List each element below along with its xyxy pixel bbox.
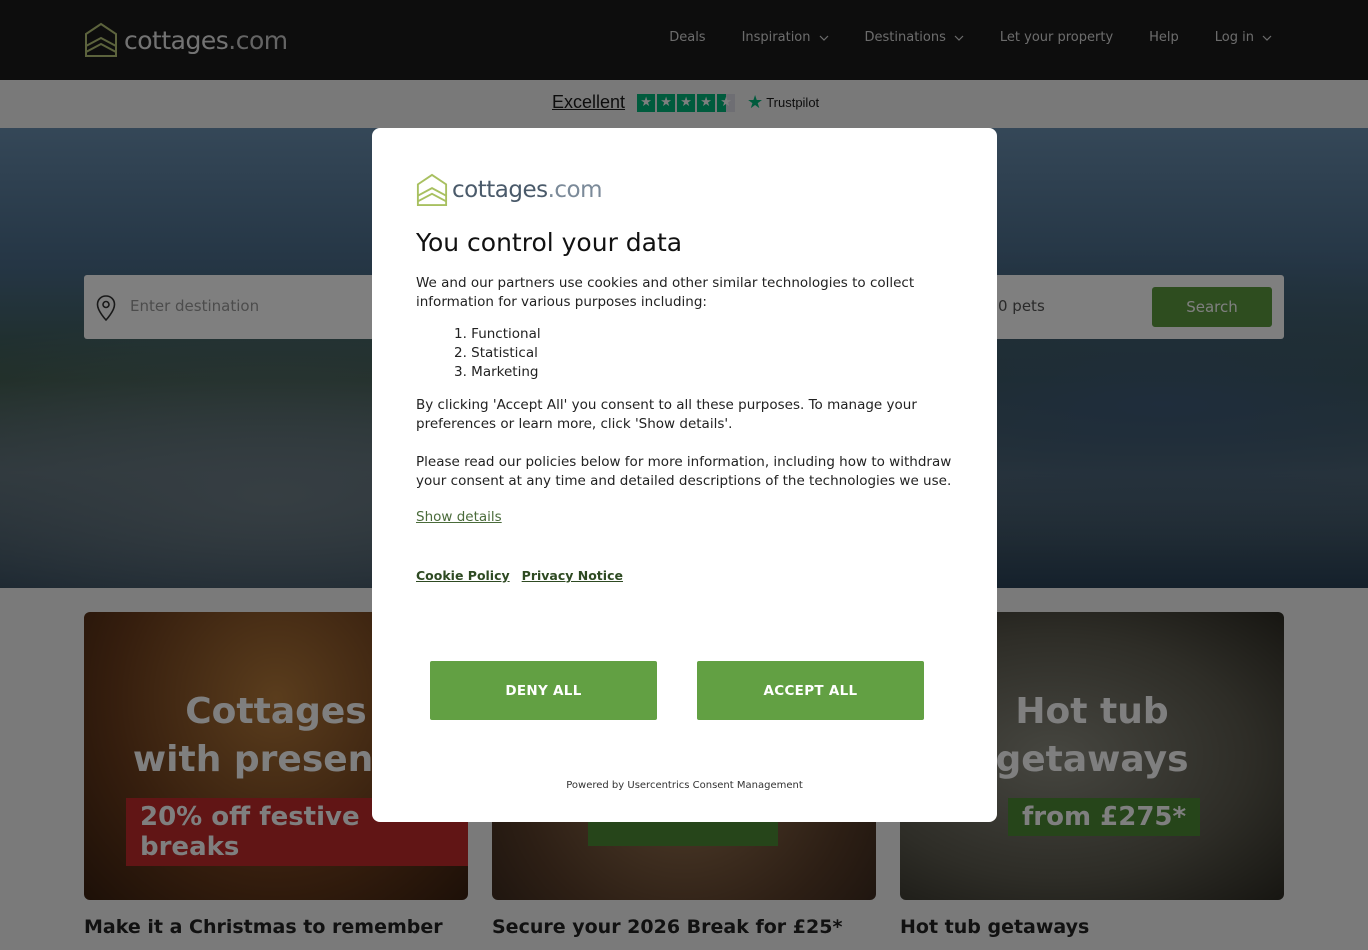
consent-accept-info: By clicking 'Accept All' you consent to … — [416, 397, 917, 432]
cookie-policy-link[interactable]: Cookie Policy — [416, 568, 510, 583]
consent-intro-text: We and our partners use cookies and othe… — [416, 275, 915, 310]
consent-logo: cottages.com — [416, 173, 603, 207]
deny-all-button[interactable]: DENY ALL — [430, 661, 657, 720]
purpose-item: 2. Statistical — [454, 345, 538, 361]
consent-policy-info: Please read our policies below for more … — [416, 454, 952, 489]
purpose-item: 3. Marketing — [454, 364, 539, 380]
powered-by-text: Powered by Usercentrics Consent Manageme… — [566, 780, 803, 791]
privacy-notice-link[interactable]: Privacy Notice — [522, 568, 623, 583]
show-details-link[interactable]: Show details — [416, 509, 502, 525]
logo-wordmark: cottages.com — [452, 177, 603, 203]
house-logo-icon — [416, 173, 448, 206]
accept-all-button[interactable]: ACCEPT ALL — [697, 661, 924, 720]
consent-purpose-list: 1. Functional 2. Statistical 3. Marketin… — [454, 325, 541, 382]
consent-title: You control your data — [416, 228, 683, 257]
cookie-consent-dialog: cottages.com You control your data We an… — [372, 128, 997, 822]
policy-links: Cookie Policy Privacy Notice — [416, 568, 623, 583]
purpose-item: 1. Functional — [454, 326, 541, 342]
